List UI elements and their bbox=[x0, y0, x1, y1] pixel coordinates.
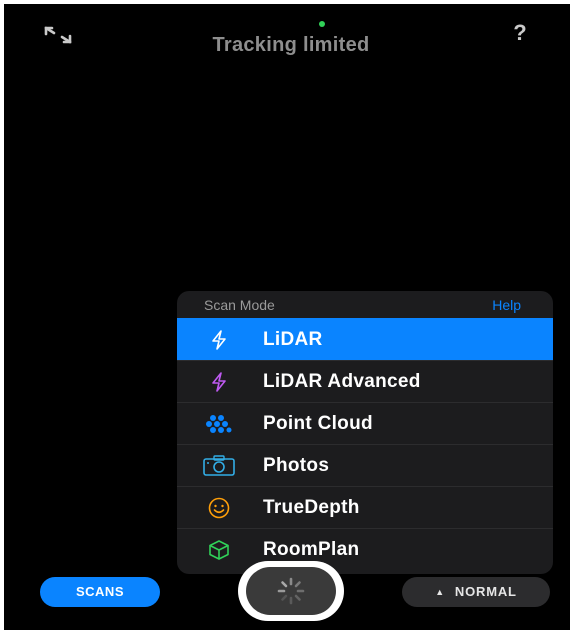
bolt-icon bbox=[199, 326, 239, 354]
scan-mode-panel: Scan Mode Help LiDAR LiDAR Advanced Poin… bbox=[177, 291, 553, 574]
scan-mode-label: RoomPlan bbox=[263, 538, 360, 560]
cube-icon bbox=[199, 536, 239, 564]
shutter-button[interactable] bbox=[238, 561, 344, 621]
scans-button[interactable]: SCANS bbox=[40, 577, 160, 607]
tracking-status-dot bbox=[319, 21, 325, 27]
scan-mode-item-lidar[interactable]: LiDAR bbox=[177, 318, 553, 360]
scan-mode-item-roomplan[interactable]: RoomPlan bbox=[177, 528, 553, 570]
camera-icon bbox=[199, 452, 239, 480]
smiley-icon bbox=[199, 494, 239, 522]
shutter-inner bbox=[246, 567, 336, 615]
scan-mode-label: Photos bbox=[263, 454, 330, 476]
scan-mode-item-point-cloud[interactable]: Point Cloud bbox=[177, 402, 553, 444]
capture-mode-label: NORMAL bbox=[454, 584, 517, 599]
scan-mode-title: Scan Mode bbox=[204, 296, 275, 313]
loading-spinner-icon bbox=[277, 577, 305, 605]
help-icon[interactable]: ? bbox=[508, 18, 532, 48]
scan-mode-label: LiDAR Advanced bbox=[263, 370, 421, 392]
scan-mode-label: TrueDepth bbox=[263, 496, 360, 518]
scan-mode-header: Scan Mode Help bbox=[177, 291, 553, 318]
scan-mode-label: Point Cloud bbox=[263, 412, 373, 434]
scan-mode-label: LiDAR bbox=[263, 328, 323, 350]
scan-mode-help-link[interactable]: Help bbox=[492, 297, 521, 313]
scan-mode-item-lidar-advanced[interactable]: LiDAR Advanced bbox=[177, 360, 553, 402]
scan-mode-item-truedepth[interactable]: TrueDepth bbox=[177, 486, 553, 528]
triangle-up-icon: ▲ bbox=[435, 587, 445, 597]
camera-screen: Tracking limited ? Scan Mode Help LiDAR … bbox=[4, 4, 570, 630]
dots-cluster-icon bbox=[199, 410, 239, 438]
scan-mode-item-photos[interactable]: Photos bbox=[177, 444, 553, 486]
capture-mode-button[interactable]: ▲ NORMAL bbox=[402, 577, 550, 607]
tracking-status-text: Tracking limited bbox=[212, 34, 370, 56]
bolt-icon bbox=[199, 368, 239, 396]
